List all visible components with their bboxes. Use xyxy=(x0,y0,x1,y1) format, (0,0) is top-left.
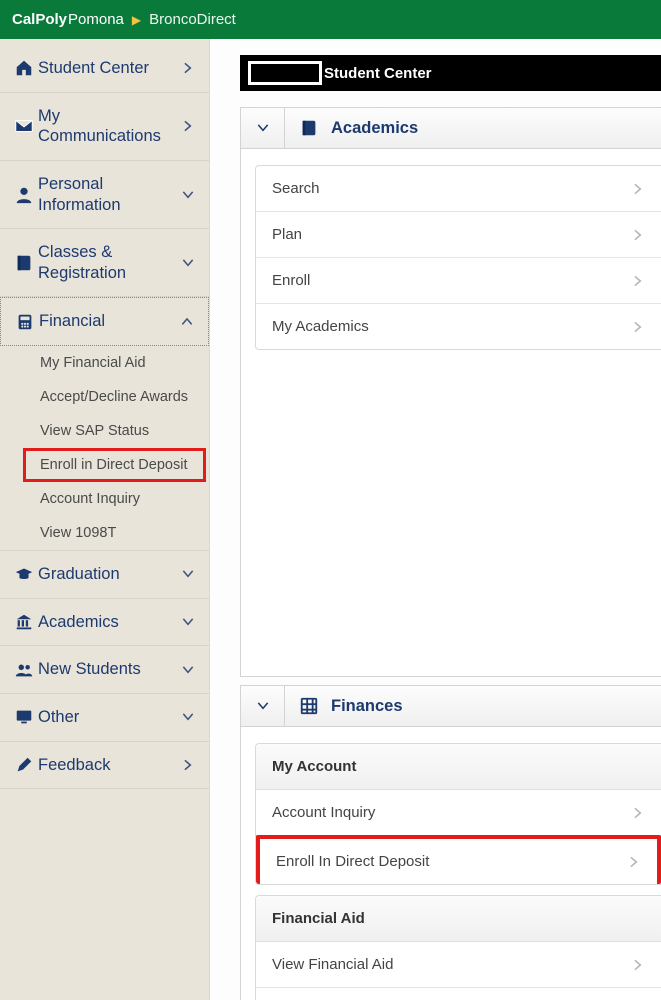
chevron-right-icon xyxy=(631,274,645,288)
graduation-cap-icon xyxy=(12,564,36,584)
list-item-plan[interactable]: Plan xyxy=(256,212,661,258)
sidebar-item-label: Graduation xyxy=(36,564,181,585)
page-title-bar: Student Center xyxy=(240,55,661,91)
sidebar-subitem-view-1098t[interactable]: View 1098T xyxy=(0,516,209,550)
chevron-down-icon xyxy=(181,615,199,629)
sidebar-item-financial[interactable]: Financial xyxy=(0,297,209,346)
chevron-down-icon xyxy=(181,710,199,724)
chevron-right-icon xyxy=(631,228,645,242)
sidebar-item-label: Other xyxy=(36,707,181,728)
brand-light: Pomona xyxy=(68,11,124,28)
chevron-right-icon xyxy=(181,61,199,75)
list-item-label: Enroll In Direct Deposit xyxy=(276,853,429,870)
sidebar-item-label: Student Center xyxy=(36,58,181,79)
sidebar: Student Center My Communications Persona… xyxy=(0,39,210,1000)
sidebar-item-label: Academics xyxy=(36,612,181,633)
chevron-right-icon xyxy=(181,758,199,772)
list-item-my-academics[interactable]: My Academics xyxy=(256,304,661,349)
sidebar-item-other[interactable]: Other xyxy=(0,694,209,742)
chevron-down-icon xyxy=(181,567,199,581)
sidebar-submenu-financial: My Financial Aid Accept/Decline Awards V… xyxy=(0,346,209,550)
book-icon xyxy=(12,253,36,273)
page-title: Student Center xyxy=(324,65,432,82)
book-icon xyxy=(299,118,319,138)
chevron-up-icon xyxy=(180,315,198,329)
people-icon xyxy=(12,660,36,680)
list-item-label: My Academics xyxy=(272,318,369,335)
chevron-right-icon xyxy=(631,958,645,972)
pencil-icon xyxy=(12,755,36,775)
chevron-right-icon xyxy=(631,320,645,334)
sidebar-subitem-account-inquiry[interactable]: Account Inquiry xyxy=(0,482,209,516)
sidebar-item-label: Feedback xyxy=(36,755,181,776)
sidebar-item-personal-information[interactable]: Personal Information xyxy=(0,161,209,229)
academics-panel: Academics Search Plan Enroll My Academic… xyxy=(240,107,661,677)
list-item-enroll[interactable]: Enroll xyxy=(256,258,661,304)
sidebar-item-new-students[interactable]: New Students xyxy=(0,646,209,694)
chevron-down-icon xyxy=(181,663,199,677)
chevron-right-icon xyxy=(631,806,645,820)
content-area: Student Center Academics Search Plan Enr… xyxy=(210,39,661,1000)
list-item-label: Search xyxy=(272,180,320,197)
sidebar-item-my-communications[interactable]: My Communications xyxy=(0,93,209,161)
chevron-right-icon xyxy=(181,119,199,133)
finances-panel: Finances My Account Account Inquiry Enro… xyxy=(240,685,661,1000)
collapse-toggle[interactable] xyxy=(241,108,285,148)
bank-icon xyxy=(12,612,36,632)
sidebar-item-graduation[interactable]: Graduation xyxy=(0,550,209,599)
sidebar-item-classes-registration[interactable]: Classes & Registration xyxy=(0,229,209,297)
list-item-label: Account Inquiry xyxy=(272,804,375,821)
sidebar-subitem-my-financial-aid[interactable]: My Financial Aid xyxy=(0,346,209,380)
list-item-account-inquiry[interactable]: Account Inquiry xyxy=(256,790,661,836)
chevron-right-icon xyxy=(627,855,641,869)
mail-icon xyxy=(12,116,36,136)
grid-icon xyxy=(299,696,319,716)
breadcrumb-separator-icon: ▶ xyxy=(132,13,141,27)
sidebar-subitem-enroll-direct-deposit[interactable]: Enroll in Direct Deposit xyxy=(23,448,206,482)
monitor-icon xyxy=(12,707,36,727)
home-icon xyxy=(12,58,36,78)
chevron-right-icon xyxy=(631,182,645,196)
top-header-bar: CalPolyPomona ▶ BroncoDirect xyxy=(0,0,661,39)
sidebar-item-label: My Communications xyxy=(36,106,181,147)
sidebar-item-label: Classes & Registration xyxy=(36,242,181,283)
group-header-financial-aid: Financial Aid xyxy=(256,896,661,942)
financial-aid-list: Financial Aid View Financial Aid Accept/… xyxy=(255,895,661,1000)
sidebar-item-student-center[interactable]: Student Center xyxy=(0,45,209,93)
sidebar-subitem-accept-decline[interactable]: Accept/Decline Awards xyxy=(0,380,209,414)
list-item-view-financial-aid[interactable]: View Financial Aid xyxy=(256,942,661,988)
panel-title: Finances xyxy=(331,697,403,716)
chevron-down-icon xyxy=(181,188,199,202)
brand-bold: CalPoly xyxy=(12,11,67,28)
sidebar-subitem-view-sap[interactable]: View SAP Status xyxy=(0,414,209,448)
list-item-label: Enroll xyxy=(272,272,310,289)
calculator-icon xyxy=(13,312,37,332)
list-item-label: Plan xyxy=(272,226,302,243)
user-icon xyxy=(12,185,36,205)
list-item-search[interactable]: Search xyxy=(256,166,661,212)
list-item-label: View Financial Aid xyxy=(272,956,393,973)
finances-panel-header[interactable]: Finances xyxy=(241,686,661,727)
academics-list: Search Plan Enroll My Academics xyxy=(255,165,661,350)
list-item-enroll-direct-deposit[interactable]: Enroll In Direct Deposit xyxy=(256,835,661,884)
academics-panel-header[interactable]: Academics xyxy=(241,108,661,149)
panel-title: Academics xyxy=(331,119,418,138)
sidebar-item-label: New Students xyxy=(36,659,181,680)
sidebar-item-feedback[interactable]: Feedback xyxy=(0,742,209,790)
chevron-down-icon xyxy=(181,256,199,270)
sidebar-item-label: Financial xyxy=(37,311,180,332)
my-account-list: My Account Account Inquiry Enroll In Dir… xyxy=(255,743,661,885)
breadcrumb[interactable]: BroncoDirect xyxy=(149,11,236,28)
group-header-my-account: My Account xyxy=(256,744,661,790)
redacted-name-box xyxy=(248,61,322,85)
sidebar-item-academics[interactable]: Academics xyxy=(0,599,209,647)
list-item-accept-decline-awards[interactable]: Accept/Decline Awards xyxy=(256,988,661,1000)
sidebar-item-label: Personal Information xyxy=(36,174,181,215)
collapse-toggle[interactable] xyxy=(241,686,285,726)
